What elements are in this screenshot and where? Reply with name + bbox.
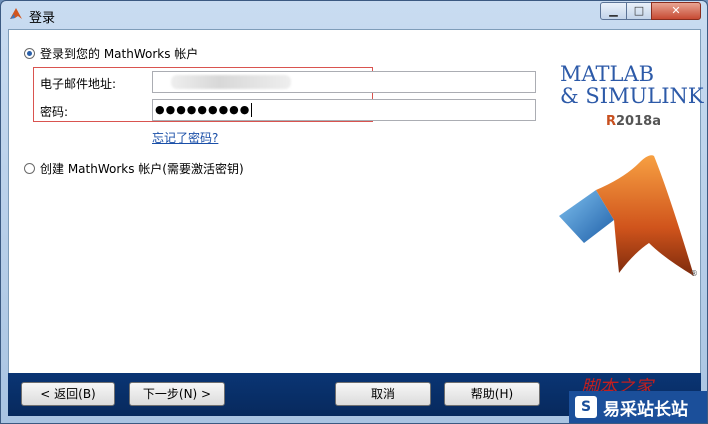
minimize-button[interactable]: ▁ <box>600 2 627 20</box>
help-button[interactable]: 帮助(H) <box>444 382 540 406</box>
watermark-site-name: 易采站长站 <box>603 400 688 420</box>
matlab-app-icon <box>10 8 22 19</box>
create-account-radio[interactable] <box>24 163 35 174</box>
version-label: R2018a <box>606 114 661 129</box>
watermark-badge: S 易采站长站 <box>569 391 707 423</box>
create-account-label: 创建 MathWorks 帐户(需要激活密钥) <box>40 162 244 176</box>
content-area: 登录到您的 MathWorks 帐户 电子邮件地址: 密码: ●●●●●●●●●… <box>8 29 704 416</box>
redacted-email <box>171 75 291 89</box>
next-button[interactable]: 下一步(N) > <box>129 382 225 406</box>
email-field[interactable] <box>152 71 536 93</box>
maximize-button[interactable]: □ <box>626 2 652 20</box>
cancel-button[interactable]: 取消 <box>335 382 431 406</box>
password-field[interactable]: ●●●●●●●●● <box>152 99 536 121</box>
brand-line-2: & SIMULINK <box>560 84 704 108</box>
brand-line-1: MATLAB <box>560 62 655 86</box>
login-option-label: 登录到您的 MathWorks 帐户 <box>40 47 199 61</box>
matlab-membrane-logo: ® <box>559 155 698 278</box>
watermark-logo-icon: S <box>575 396 597 418</box>
back-button[interactable]: < 返回(B) <box>21 382 115 406</box>
password-label: 密码: <box>40 105 69 119</box>
close-button[interactable]: ✕ <box>651 2 701 20</box>
title-bar[interactable]: 登录 ▁ □ ✕ <box>1 1 707 29</box>
email-label: 电子邮件地址: <box>40 77 117 91</box>
login-option-radio[interactable] <box>24 48 35 59</box>
window-title: 登录 <box>29 11 56 26</box>
forgot-password-link[interactable]: 忘记了密码? <box>152 129 218 146</box>
svg-text:®: ® <box>690 269 698 278</box>
login-window: 登录 ▁ □ ✕ 登录到您的 MathWorks 帐户 电子邮件地址: 密码: … <box>0 0 708 424</box>
